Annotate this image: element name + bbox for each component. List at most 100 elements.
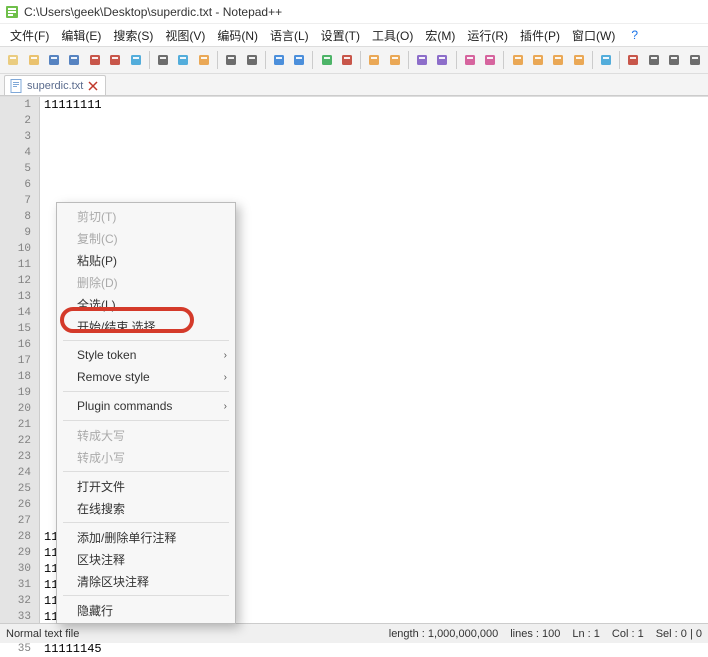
line-number: 28: [0, 529, 39, 545]
wrap-icon[interactable]: [413, 50, 431, 70]
menu-item[interactable]: 视图(V): [159, 25, 211, 46]
editor-line: [40, 177, 708, 193]
context-menu-item: 剪切(T): [57, 205, 235, 227]
status-bar: Normal text file length : 1,000,000,000 …: [0, 623, 708, 643]
menu-item[interactable]: ?: [625, 26, 644, 44]
context-menu-item[interactable]: 区块注释: [57, 548, 235, 570]
monitor-icon[interactable]: [597, 50, 615, 70]
window-title: C:\Users\geek\Desktop\superdic.txt - Not…: [24, 5, 282, 19]
menu-item[interactable]: 运行(R): [461, 25, 514, 46]
context-menu-item[interactable]: 打开文件: [57, 475, 235, 497]
menu-item[interactable]: 文件(F): [4, 25, 55, 46]
context-menu-item[interactable]: 添加/删除单行注释: [57, 526, 235, 548]
menu-item[interactable]: 插件(P): [514, 25, 566, 46]
editor-line: 11111111: [40, 97, 708, 113]
toolbar-divider: [503, 51, 504, 69]
zoom-in-icon[interactable]: [317, 50, 335, 70]
redo-icon[interactable]: [242, 50, 260, 70]
folder-tree-icon[interactable]: [508, 50, 526, 70]
tab-label: superdic.txt: [27, 80, 83, 92]
menu-item[interactable]: 语言(L): [264, 25, 315, 46]
new-file-icon[interactable]: [4, 50, 22, 70]
line-number: 20: [0, 401, 39, 417]
find-icon[interactable]: [270, 50, 288, 70]
context-menu-item-label: 清除区块注释: [77, 573, 149, 590]
close-icon[interactable]: [86, 50, 104, 70]
file-icon: [9, 79, 23, 93]
menu-item[interactable]: 设置(T): [315, 25, 366, 46]
editor-line: 11111145: [40, 641, 708, 657]
undo-icon[interactable]: [222, 50, 240, 70]
record-icon[interactable]: [624, 50, 642, 70]
line-number: 30: [0, 561, 39, 577]
line-number: 11: [0, 257, 39, 273]
context-menu-item[interactable]: 隐藏行: [57, 599, 235, 621]
context-menu-item[interactable]: Style token›: [57, 344, 235, 366]
line-number: 32: [0, 593, 39, 609]
copy-icon[interactable]: [174, 50, 192, 70]
save-all-icon[interactable]: [65, 50, 83, 70]
open-file-icon[interactable]: [24, 50, 42, 70]
context-menu-item-label: 开始/结束 选择: [77, 318, 156, 335]
line-number: 29: [0, 545, 39, 561]
tab-close-icon[interactable]: [87, 80, 99, 92]
indent-guide2-icon[interactable]: [481, 50, 499, 70]
chevron-right-icon: ›: [224, 372, 227, 383]
menu-bar: 文件(F)编辑(E)搜索(S)视图(V)编码(N)语言(L)设置(T)工具(O)…: [0, 24, 708, 46]
status-length: length : 1,000,000,000: [389, 628, 498, 640]
paste-icon[interactable]: [195, 50, 213, 70]
line-number: 5: [0, 161, 39, 177]
menu-item[interactable]: 编辑(E): [55, 25, 107, 46]
menu-separator: [63, 391, 229, 392]
show-all-chars-icon[interactable]: [433, 50, 451, 70]
doc-map-icon[interactable]: [529, 50, 547, 70]
line-number-gutter: 1234567891011121314151617181920212223242…: [0, 97, 40, 623]
menu-item[interactable]: 宏(M): [419, 25, 461, 46]
context-menu-item-label: 隐藏行: [77, 602, 113, 619]
menu-separator: [63, 420, 229, 421]
print-icon[interactable]: [126, 50, 144, 70]
status-file-type: Normal text file: [6, 628, 79, 640]
menu-item[interactable]: 编码(N): [211, 25, 264, 46]
cut-icon[interactable]: [154, 50, 172, 70]
context-menu-item-label: 复制(C): [77, 230, 118, 247]
menu-separator: [63, 471, 229, 472]
menu-item[interactable]: 搜索(S): [107, 25, 159, 46]
play-multi-icon[interactable]: [685, 50, 703, 70]
sync-h-icon[interactable]: [386, 50, 404, 70]
file-tab[interactable]: superdic.txt: [4, 75, 106, 95]
title-bar: C:\Users\geek\Desktop\superdic.txt - Not…: [0, 0, 708, 24]
replace-icon[interactable]: [290, 50, 308, 70]
context-menu-item: 删除(D): [57, 271, 235, 293]
zoom-out-icon[interactable]: [338, 50, 356, 70]
indent-guide-icon[interactable]: [461, 50, 479, 70]
doc-switcher-icon[interactable]: [570, 50, 588, 70]
line-number: 6: [0, 177, 39, 193]
context-menu-item[interactable]: 粘贴(P): [57, 249, 235, 271]
context-menu-item-label: 区块注释: [77, 551, 125, 568]
context-menu-item[interactable]: Remove style›: [57, 366, 235, 388]
line-number: 7: [0, 193, 39, 209]
menu-item[interactable]: 窗口(W): [566, 25, 621, 46]
context-menu-item[interactable]: 全选(L): [57, 293, 235, 315]
play-icon[interactable]: [665, 50, 683, 70]
chevron-right-icon: ›: [224, 401, 227, 412]
context-menu-item[interactable]: 清除区块注释: [57, 570, 235, 592]
editor-line: [40, 129, 708, 145]
stop-record-icon[interactable]: [645, 50, 663, 70]
sync-v-icon[interactable]: [365, 50, 383, 70]
context-menu-item[interactable]: Plugin commands›: [57, 395, 235, 417]
context-menu-item[interactable]: 开始/结束 选择: [57, 315, 235, 337]
line-number: 35: [0, 641, 39, 657]
line-number: 1: [0, 97, 39, 113]
context-menu-item-label: 删除(D): [77, 274, 118, 291]
func-list-icon[interactable]: [549, 50, 567, 70]
line-number: 18: [0, 369, 39, 385]
close-all-icon[interactable]: [106, 50, 124, 70]
menu-item[interactable]: 工具(O): [366, 25, 419, 46]
context-menu-item[interactable]: 在线搜索: [57, 497, 235, 519]
line-number: 3: [0, 129, 39, 145]
editor-line: [40, 113, 708, 129]
toolbar-divider: [592, 51, 593, 69]
save-icon[interactable]: [45, 50, 63, 70]
